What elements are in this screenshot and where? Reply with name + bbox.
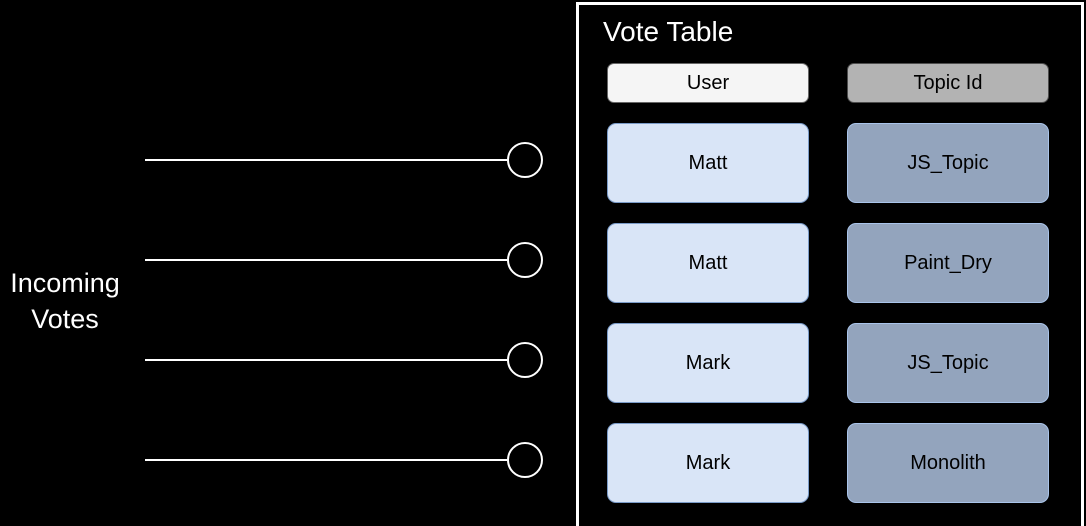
table-row-cell-user-3: Mark <box>607 323 809 403</box>
table-row-cell-user-1: Matt <box>607 123 809 203</box>
page-title: Vote Table <box>603 16 734 47</box>
vote-table-panel: Vote Table User Topic Id Matt JS_Topic M… <box>576 2 1084 526</box>
table-row-cell-topic-2: Paint_Dry <box>847 223 1049 303</box>
table-row-cell-topic-1: JS_Topic <box>847 123 1049 203</box>
diagram-canvas: Incoming Votes Vote Table User Topic Id … <box>0 0 1086 526</box>
circle-node-icon-2 <box>507 242 543 278</box>
circle-node-icon-4 <box>507 442 543 478</box>
column-header-topic-id: Topic Id <box>847 63 1049 103</box>
circle-node-icon-1 <box>507 142 543 178</box>
incoming-votes-label: Incoming Votes <box>10 268 120 334</box>
circle-node-icon-3 <box>507 342 543 378</box>
table-row-cell-topic-4: Monolith <box>847 423 1049 503</box>
flow-line-1 <box>145 159 507 161</box>
flow-line-4 <box>145 459 507 461</box>
table-row-cell-topic-3: JS_Topic <box>847 323 1049 403</box>
flow-line-3 <box>145 359 507 361</box>
table-row-cell-user-4: Mark <box>607 423 809 503</box>
table-row-cell-user-2: Matt <box>607 223 809 303</box>
column-header-user: User <box>607 63 809 103</box>
flow-line-2 <box>145 259 507 261</box>
